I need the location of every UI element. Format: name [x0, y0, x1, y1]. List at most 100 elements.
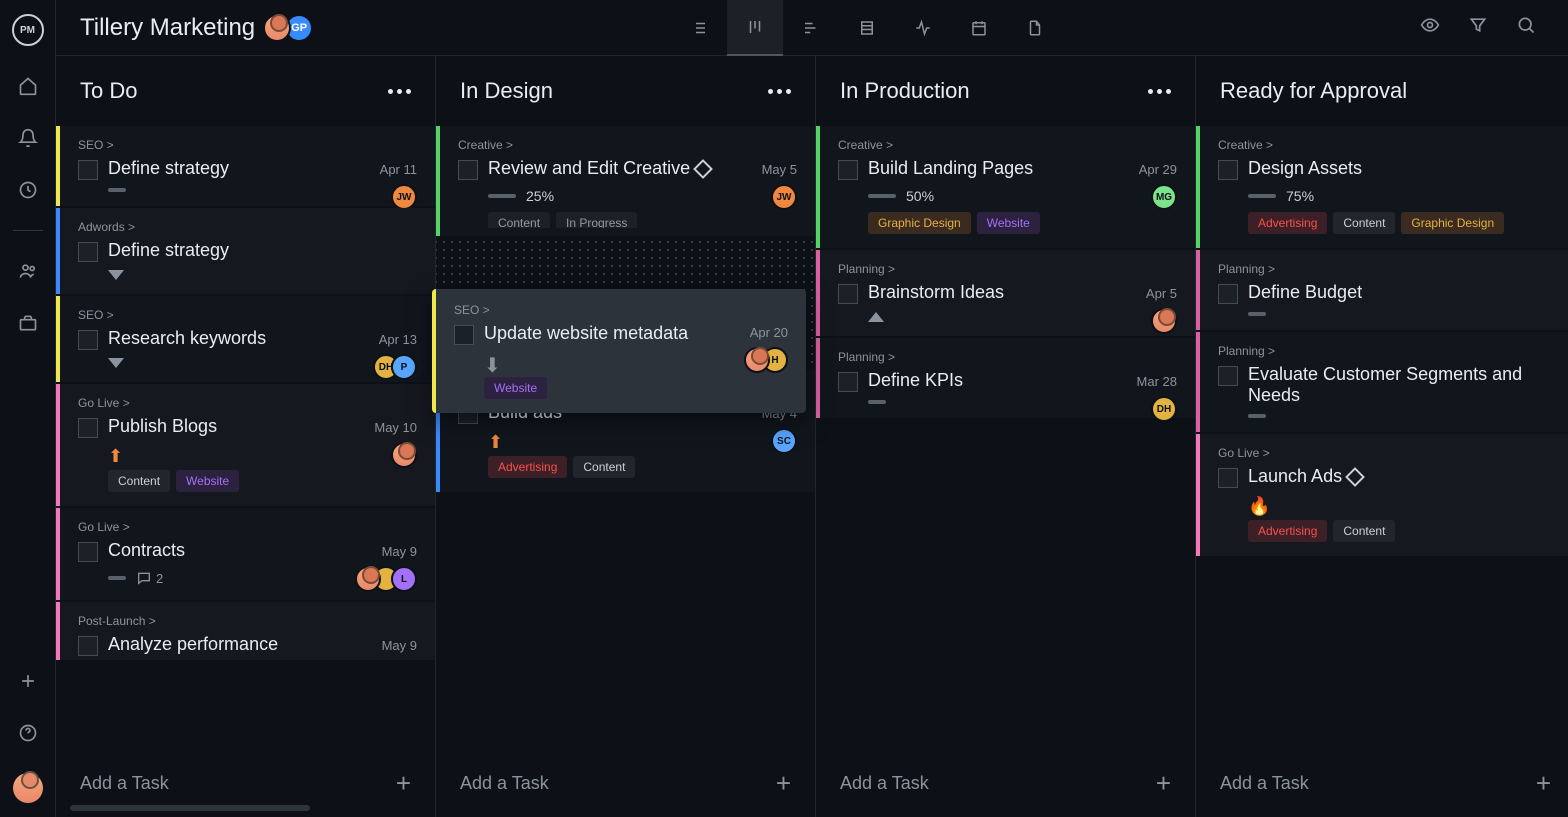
card-tag: In Progress [556, 212, 637, 228]
card-tag: Advertising [1248, 212, 1327, 234]
task-card[interactable]: Creative >Design Assets75%AdvertisingCon… [1196, 126, 1568, 248]
briefcase-icon[interactable] [16, 311, 40, 335]
dragging-card[interactable]: SEO > Update website metadata Apr 20 H ⬇… [432, 289, 806, 413]
assignee-avatar[interactable]: P [391, 354, 417, 380]
project-title: Tillery Marketing [80, 14, 255, 42]
task-card[interactable]: SEO >Define strategyApr 11JW [56, 126, 435, 206]
card-title: Publish Blogs [108, 416, 417, 437]
file-view-icon[interactable] [1007, 0, 1063, 56]
member-avatar[interactable] [263, 14, 291, 42]
task-card[interactable]: Creative >Review and Edit CreativeMay 5J… [436, 126, 815, 236]
card-title: Update website metadata [484, 323, 788, 344]
task-checkbox[interactable] [78, 242, 98, 262]
card-title: Review and Edit Creative [488, 158, 797, 179]
card-date: May 9 [382, 638, 417, 653]
assignee-avatar[interactable] [391, 442, 417, 468]
task-card[interactable]: Go Live >Launch Ads🔥AdvertisingContent [1196, 434, 1568, 556]
assignee-avatar[interactable]: MG [1151, 184, 1177, 210]
gantt-view-icon[interactable] [783, 0, 839, 56]
column-title: In Production [840, 78, 970, 104]
board-column: Ready for ApprovalCreative >Design Asset… [1196, 56, 1568, 817]
card-breadcrumb: Adwords > [78, 220, 417, 234]
kanban-board: To DoSEO >Define strategyApr 11JWAdwords… [56, 56, 1568, 817]
card-breadcrumb: Creative > [838, 138, 1177, 152]
task-checkbox[interactable] [78, 636, 98, 656]
activity-view-icon[interactable] [895, 0, 951, 56]
task-card[interactable]: SEO >Research keywordsApr 13DHP [56, 296, 435, 382]
card-date: Mar 28 [1137, 374, 1177, 389]
home-icon[interactable] [16, 74, 40, 98]
task-checkbox[interactable] [1218, 160, 1238, 180]
task-card[interactable]: Creative >Build Landing PagesApr 29MG50%… [816, 126, 1195, 248]
app-logo[interactable]: PM [12, 14, 44, 46]
column-more-icon[interactable] [1148, 89, 1171, 94]
sheet-view-icon[interactable] [839, 0, 895, 56]
card-tag: Graphic Design [868, 212, 971, 234]
task-checkbox[interactable] [78, 330, 98, 350]
task-card[interactable]: Planning >Evaluate Customer Segments and… [1196, 332, 1568, 432]
topbar: Tillery Marketing GP [56, 0, 1568, 56]
comments-count[interactable]: 2 [136, 570, 163, 586]
sidebar: PM [0, 0, 56, 817]
column-title: In Design [460, 78, 553, 104]
task-card[interactable]: Planning >Define KPIsMar 28DH [816, 338, 1195, 418]
task-checkbox[interactable] [1218, 284, 1238, 304]
task-checkbox[interactable] [838, 284, 858, 304]
clock-icon[interactable] [16, 178, 40, 202]
card-title: Define KPIs [868, 370, 1177, 391]
progress-bar-icon [1248, 194, 1276, 198]
help-icon[interactable] [16, 721, 40, 745]
user-avatar[interactable] [13, 773, 43, 803]
card-date: May 5 [762, 162, 797, 177]
board-view-icon[interactable] [727, 0, 783, 56]
task-checkbox[interactable] [78, 160, 98, 180]
project-members[interactable]: GP [269, 14, 313, 42]
task-card[interactable]: Planning > Define Budget [1196, 250, 1568, 330]
card-breadcrumb: Planning > [838, 262, 1177, 276]
assignee-avatar[interactable]: DH [1151, 396, 1177, 422]
assignee-avatar[interactable]: L [391, 566, 417, 592]
board-column: To DoSEO >Define strategyApr 11JWAdwords… [56, 56, 436, 817]
task-checkbox[interactable] [78, 418, 98, 438]
task-checkbox[interactable] [1218, 366, 1238, 386]
card-date: Apr 20 [750, 325, 788, 340]
task-card[interactable]: Go Live >ContractsMay 9L2 [56, 508, 435, 600]
card-date: Apr 11 [380, 162, 417, 177]
task-checkbox[interactable] [838, 372, 858, 392]
filter-icon[interactable] [1468, 15, 1488, 40]
column-more-icon[interactable] [768, 89, 791, 94]
task-checkbox[interactable] [1218, 468, 1238, 488]
assignee-avatar[interactable]: SC [771, 428, 797, 454]
people-icon[interactable] [16, 259, 40, 283]
card-title: Analyze performance [108, 634, 417, 655]
column-more-icon[interactable] [388, 89, 411, 94]
card-breadcrumb: Planning > [1218, 262, 1557, 276]
card-tag: Website [977, 212, 1040, 234]
task-checkbox[interactable] [454, 325, 474, 345]
progress-percent: 75% [1286, 188, 1314, 204]
task-card[interactable]: Planning >Brainstorm IdeasApr 5 [816, 250, 1195, 336]
assignee-avatar[interactable] [1151, 308, 1177, 334]
search-icon[interactable] [1516, 15, 1536, 40]
card-date: Apr 13 [379, 332, 417, 347]
calendar-view-icon[interactable] [951, 0, 1007, 56]
list-view-icon[interactable] [671, 0, 727, 56]
assignee-avatar[interactable] [355, 566, 381, 592]
plus-icon[interactable] [16, 669, 40, 693]
card-title: Define Budget [1248, 282, 1557, 303]
card-title: Launch Ads [1248, 466, 1557, 487]
task-card[interactable]: Adwords >Define strategy [56, 208, 435, 294]
horizontal-scrollbar[interactable] [70, 805, 1548, 813]
task-card[interactable]: Go Live >Publish BlogsMay 10⬆ContentWebs… [56, 384, 435, 506]
assignee-avatar[interactable] [744, 347, 770, 373]
assignee-avatar[interactable]: JW [391, 184, 417, 210]
eye-icon[interactable] [1420, 15, 1440, 40]
progress-bar-icon [1248, 312, 1266, 316]
task-checkbox[interactable] [78, 542, 98, 562]
task-checkbox[interactable] [458, 160, 478, 180]
assignee-avatar[interactable]: JW [771, 184, 797, 210]
task-checkbox[interactable] [838, 160, 858, 180]
divider [13, 230, 43, 231]
task-card[interactable]: Post-Launch >Analyze performanceMay 9 [56, 602, 435, 660]
bell-icon[interactable] [16, 126, 40, 150]
